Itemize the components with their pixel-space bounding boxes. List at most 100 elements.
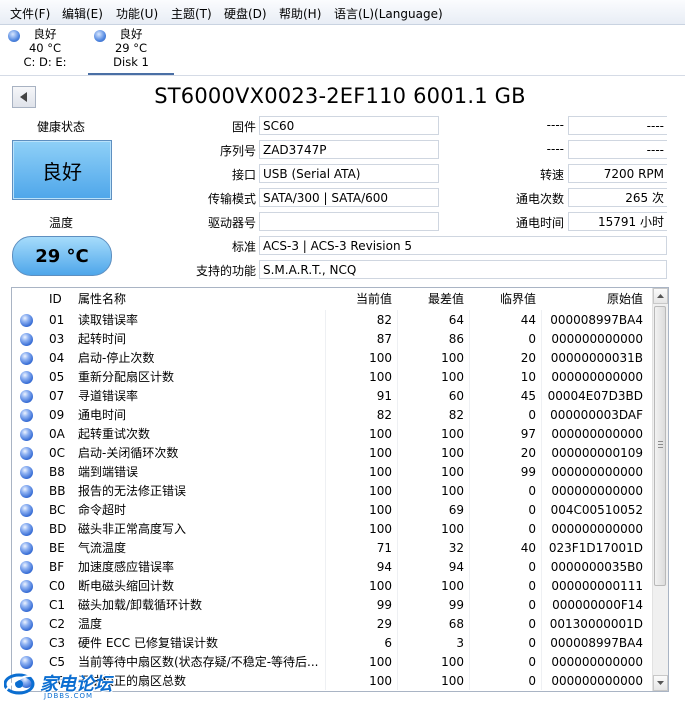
cell-raw-value: 000000000000: [551, 522, 643, 536]
rotation-speed-label: 转速: [539, 168, 564, 182]
cell-id: 03: [49, 332, 65, 346]
table-row[interactable]: BF 加速度感应错误率 94 94 0 0000000035B0: [12, 558, 652, 577]
cell-raw-value: 000000000000: [551, 332, 643, 346]
cell-threshold-value: 0: [528, 408, 536, 422]
table-row[interactable]: C2 温度 29 68 0 00130000001D: [12, 615, 652, 634]
cell-current-value: 100: [369, 674, 392, 688]
menu-disk[interactable]: 硬盘(D): [224, 5, 267, 22]
cell-id: BF: [49, 560, 65, 574]
status-good-icon: [20, 447, 33, 460]
cell-worst-value: 100: [441, 655, 464, 669]
cell-worst-value: 94: [448, 560, 464, 574]
cell-current-value: 82: [376, 313, 392, 327]
table-row[interactable]: 07 寻道错误率 91 60 45 00004E07D3BD: [12, 387, 652, 406]
cell-attribute-name: 硬件 ECC 已修复错误计数: [78, 636, 218, 650]
previous-disk-button[interactable]: [12, 86, 36, 108]
status-good-icon: [20, 466, 33, 479]
cell-id: C0: [49, 579, 66, 593]
disk-label: Disk 1: [113, 55, 149, 69]
column-header-name[interactable]: 属性名称: [78, 288, 126, 310]
status-good-icon: [20, 409, 33, 422]
disk-tab-disk1[interactable]: 良好 29 °C Disk 1: [88, 27, 174, 75]
cell-id: 04: [49, 351, 65, 365]
table-row[interactable]: BB 报告的无法修正错误 100 100 0 000000000000: [12, 482, 652, 501]
cell-attribute-name: 磁头加载/卸载循环计数: [78, 598, 203, 612]
table-row[interactable]: BE 气流温度 71 32 40 023F1D17001D: [12, 539, 652, 558]
cell-id: B8: [49, 465, 65, 479]
blank-field-2: ----: [568, 140, 667, 159]
table-row[interactable]: 03 起转时间 87 86 0 000000000000: [12, 330, 652, 349]
menu-file[interactable]: 文件(F): [10, 5, 50, 22]
health-status-button[interactable]: 良好: [12, 140, 112, 200]
cell-worst-value: 82: [448, 408, 464, 422]
cell-attribute-name: 磁头非正常高度写入: [78, 522, 187, 536]
cell-threshold-value: 0: [528, 636, 536, 650]
scrollbar-thumb[interactable]: [654, 306, 666, 586]
cell-worst-value: 3: [456, 636, 464, 650]
temperature-value: 29 °C: [35, 245, 89, 267]
cell-raw-value: 000000000000: [551, 484, 643, 498]
cell-raw-value: 000008997BA4: [550, 636, 643, 650]
transfer-mode-field: SATA/300 | SATA/600: [259, 188, 439, 207]
column-header-id[interactable]: ID: [49, 288, 62, 310]
table-row[interactable]: C3 硬件 ECC 已修复错误计数 6 3 0 000008997BA4: [12, 634, 652, 653]
table-row[interactable]: C0 断电磁头缩回计数 100 100 0 000000000111: [12, 577, 652, 596]
cell-current-value: 100: [369, 522, 392, 536]
watermark: 家电论坛 JDBBS.COM: [4, 668, 154, 702]
site-logo-icon: [4, 673, 37, 695]
table-row[interactable]: 0A 起转重试次数 100 100 97 000000000000: [12, 425, 652, 444]
menu-help[interactable]: 帮助(H): [279, 5, 321, 22]
cell-current-value: 100: [369, 446, 392, 460]
table-scrollbar[interactable]: [652, 288, 668, 691]
power-on-hours-field: 15791 小时: [568, 212, 667, 231]
status-good-icon: [20, 371, 33, 384]
menu-theme[interactable]: 主题(T): [171, 5, 212, 22]
cell-threshold-value: 44: [520, 313, 536, 327]
drive-letter-field: [259, 212, 439, 231]
cell-threshold-value: 0: [528, 560, 536, 574]
disk-temp: 40 °C: [28, 41, 62, 55]
status-good-icon: [20, 580, 33, 593]
serial-label: 序列号: [219, 144, 256, 158]
cell-threshold-value: 0: [528, 332, 536, 346]
table-row[interactable]: 01 读取错误率 82 64 44 000008997BA4: [12, 311, 652, 330]
cell-attribute-name: 通电时间: [78, 408, 127, 422]
cell-worst-value: 100: [441, 465, 464, 479]
smart-attributes-table[interactable]: ID 属性名称 当前值 最差值 临界值 原始值 01 读取错误率 82 64 44 000…: [11, 287, 669, 692]
table-row[interactable]: 04 启动-停止次数 100 100 20 00000000031B: [12, 349, 652, 368]
cell-attribute-name: 起转重试次数: [78, 427, 151, 441]
table-row[interactable]: C1 磁头加载/卸载循环计数 99 99 0 000000000F14: [12, 596, 652, 615]
temperature-badge[interactable]: 29 °C: [12, 236, 112, 276]
status-good-icon: [20, 333, 33, 346]
cell-current-value: 100: [369, 503, 392, 517]
menu-function[interactable]: 功能(U): [116, 5, 158, 22]
menu-language[interactable]: 语言(L)(Language): [334, 5, 443, 22]
cell-current-value: 6: [384, 636, 392, 650]
scroll-down-button[interactable]: [653, 675, 668, 691]
column-header-worst[interactable]: 最差值: [402, 288, 464, 310]
table-row[interactable]: 09 通电时间 82 82 0 000000003DAF: [12, 406, 652, 425]
menu-edit[interactable]: 编辑(E): [62, 5, 103, 22]
table-row[interactable]: 0C 启动-关闭循环次数 100 100 20 000000000109: [12, 444, 652, 463]
cell-worst-value: 100: [441, 351, 464, 365]
cell-attribute-name: 启动-关闭循环次数: [78, 446, 179, 460]
table-row[interactable]: 05 重新分配扇区计数 100 100 10 000000000000: [12, 368, 652, 387]
disk-tab-system[interactable]: 良好 40 °C C: D: E:: [2, 27, 88, 73]
table-row[interactable]: B8 端到端错误 100 100 99 000000000000: [12, 463, 652, 482]
cell-attribute-name: 寻道错误率: [78, 389, 139, 403]
cell-raw-value: 000000000000: [551, 674, 643, 688]
column-header-threshold[interactable]: 临界值: [474, 288, 536, 310]
standard-label: 标准: [231, 240, 256, 254]
status-good-icon: [20, 523, 33, 536]
cell-id: 0C: [49, 446, 66, 460]
cell-id: C3: [49, 636, 66, 650]
column-header-current[interactable]: 当前值: [332, 288, 392, 310]
features-label: 支持的功能: [195, 264, 256, 278]
scroll-up-button[interactable]: [653, 288, 668, 304]
disk-selector-bar: 良好 40 °C C: D: E: 良好 29 °C Disk 1: [0, 25, 685, 76]
cell-raw-value: 00004E07D3BD: [547, 389, 643, 403]
table-row[interactable]: BC 命令超时 100 69 0 004C00510052: [12, 501, 652, 520]
table-row[interactable]: BD 磁头非正常高度写入 100 100 0 000000000000: [12, 520, 652, 539]
column-header-raw[interactable]: 原始值: [546, 288, 643, 310]
cell-threshold-value: 20: [520, 351, 536, 365]
